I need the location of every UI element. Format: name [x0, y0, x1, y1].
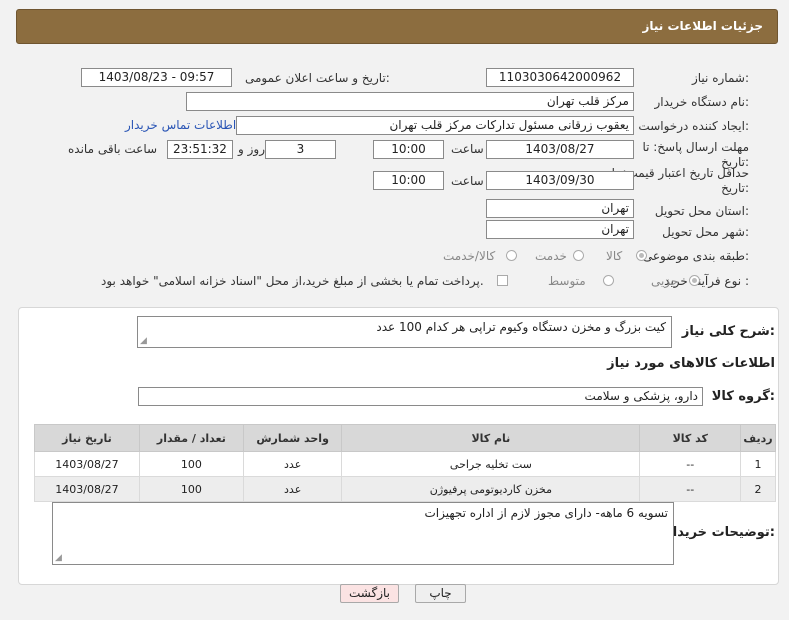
treasury-note: پرداخت تمام یا بخشی از مبلغ خرید،از محل …: [101, 274, 484, 288]
city-field[interactable]: تهران: [486, 220, 634, 239]
buyer-org-label: نام دستگاه خریدار:: [654, 95, 750, 109]
deadline-time-field[interactable]: 10:00: [373, 140, 444, 159]
cell-qty: 100: [138, 476, 244, 502]
buyer-org-field[interactable]: مرکز قلب تهران: [186, 92, 634, 111]
buyer-notes-label: توضیحات خریدار:: [665, 525, 775, 540]
col-name: نام کالا: [341, 424, 641, 452]
table-header-row: ردیف کد کالا نام کالا واحد شمارش تعداد /…: [34, 424, 776, 452]
cell-row: 2: [740, 476, 776, 502]
remaining-time-field[interactable]: 23:51:32: [167, 140, 233, 159]
cell-date: 1403/08/27: [34, 451, 140, 477]
cell-unit: عدد: [242, 476, 343, 502]
province-label: استان محل تحویل:: [654, 204, 749, 218]
table-row: 1 -- ست تخلیه جراحی عدد 100 1403/08/27: [34, 451, 776, 477]
need-number-label: شماره نیاز:: [691, 71, 749, 85]
validity-date-label: تاریخ:: [721, 181, 749, 195]
resize-grip-icon[interactable]: ◢: [140, 336, 147, 346]
cell-row: 1: [740, 451, 776, 477]
process-medium-radio[interactable]: [603, 275, 614, 286]
summary-label: شرح کلی نیاز:: [681, 324, 775, 339]
back-button[interactable]: بازگشت: [340, 584, 399, 603]
goods-group-field[interactable]: دارو، پزشکی و سلامت: [138, 387, 703, 406]
buyer-notes-field[interactable]: تسویه 6 ماهه- دارای مجوز لازم از اداره ت…: [52, 502, 674, 565]
col-unit: واحد شمارش: [242, 424, 343, 452]
resize-grip-icon[interactable]: ◢: [55, 553, 62, 563]
print-button[interactable]: چاپ: [415, 584, 466, 603]
cell-name: ست تخلیه جراحی: [341, 451, 641, 477]
cell-date: 1403/08/27: [34, 476, 140, 502]
process-small-radio[interactable]: [689, 275, 700, 286]
days-remaining-field[interactable]: 3: [265, 140, 336, 159]
col-date: تاریخ نیاز: [34, 424, 140, 452]
col-qty: تعداد / مقدار: [138, 424, 244, 452]
validity-time-label: ساعت: [451, 174, 484, 188]
cell-name: مخزن کاردیوتومی پرفیوژن: [341, 476, 641, 502]
cell-code: --: [639, 451, 742, 477]
process-small-label: جزیی: [651, 274, 679, 288]
page-header: جزئیات اطلاعات نیاز: [16, 9, 778, 44]
goods-group-label: گروه کالا:: [711, 389, 775, 404]
col-row: ردیف: [740, 424, 776, 452]
col-code: کد کالا: [639, 424, 742, 452]
category-service-radio[interactable]: [573, 250, 584, 261]
category-goods-radio[interactable]: [636, 250, 647, 261]
days-label: روز و: [238, 142, 265, 156]
validity-date-field[interactable]: 1403/09/30: [486, 171, 634, 190]
category-label: طبقه بندی موضوعی:: [642, 249, 749, 263]
announce-label: تاریخ و ساعت اعلان عمومی:: [245, 71, 390, 85]
category-goods-service-label: کالا/خدمت: [443, 249, 496, 263]
remaining-label: ساعت باقی مانده: [68, 142, 158, 156]
table-row: 2 -- مخزن کاردیوتومی پرفیوژن عدد 100 140…: [34, 476, 776, 502]
buyer-notes-text: تسویه 6 ماهه- دارای مجوز لازم از اداره ت…: [424, 506, 668, 520]
creator-field[interactable]: یعقوب زرقانی مسئول تدارکات مرکز قلب تهرا…: [236, 116, 634, 135]
category-goods-service-radio[interactable]: [506, 250, 517, 261]
validity-time-field[interactable]: 10:00: [373, 171, 444, 190]
page-title: جزئیات اطلاعات نیاز: [642, 19, 763, 33]
goods-table: ردیف کد کالا نام کالا واحد شمارش تعداد /…: [34, 424, 776, 502]
cell-unit: عدد: [242, 451, 343, 477]
city-label: شهر محل تحویل:: [662, 225, 749, 239]
deadline-time-label: ساعت: [451, 142, 484, 156]
summary-text: کیت بزرگ و مخزن دستگاه وکیوم تراپی هر کد…: [376, 320, 666, 334]
category-goods-label: کالا: [606, 249, 623, 263]
deadline-date-field[interactable]: 1403/08/27: [486, 140, 634, 159]
cell-code: --: [639, 476, 742, 502]
buyer-contact-link[interactable]: اطلاعات تماس خریدار: [125, 118, 236, 132]
category-service-label: خدمت: [535, 249, 567, 263]
need-number-field[interactable]: 1103030642000962: [486, 68, 634, 87]
announce-field[interactable]: 1403/08/23 - 09:57: [81, 68, 232, 87]
creator-label: ایجاد کننده درخواست:: [638, 119, 749, 133]
process-medium-label: متوسط: [548, 274, 586, 288]
goods-section-title: اطلاعات کالاهای مورد نیاز: [607, 356, 775, 371]
province-field[interactable]: تهران: [486, 199, 634, 218]
treasury-checkbox[interactable]: [497, 275, 508, 286]
summary-field[interactable]: کیت بزرگ و مخزن دستگاه وکیوم تراپی هر کد…: [137, 316, 672, 348]
cell-qty: 100: [138, 451, 244, 477]
deadline-label: مهلت ارسال پاسخ: تا: [642, 140, 749, 154]
